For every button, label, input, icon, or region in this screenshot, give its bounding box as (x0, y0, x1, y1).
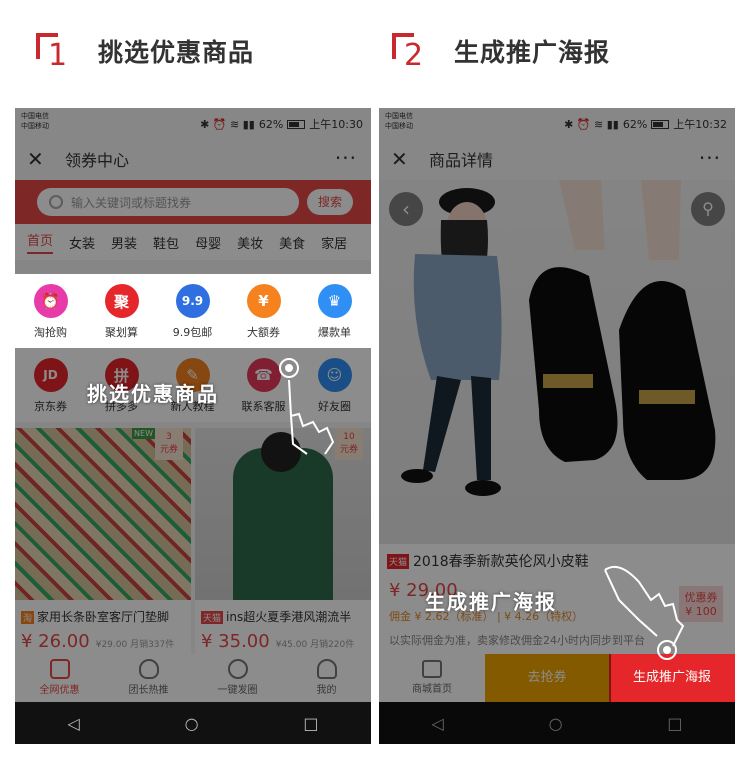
alarm-icon: ⏰ (33, 284, 68, 318)
feature-item[interactable]: JD 京东券 (15, 348, 86, 422)
nav-bar: ✕ 领券中心 ··· (15, 138, 371, 180)
product-price: ¥ 35.00 ¥45.00 月销220件 (201, 631, 355, 652)
close-icon[interactable]: ✕ (391, 147, 415, 171)
product-photo: ‹ ⚲ (379, 180, 735, 544)
page-title: 领券中心 (65, 151, 130, 170)
nine-nine-icon: 9.9 (175, 284, 210, 318)
step-number-badge: 2 (392, 30, 428, 72)
store-home-button[interactable]: 商城首页 (379, 654, 485, 702)
more-icon[interactable]: ··· (335, 146, 357, 170)
phone-screenshot-product-detail: 中国电信 中国移动 ✱ ⏰ ≋ ▮▮ 62% 上午10:32 ✕ 商品详情 ··· ‹… (379, 108, 735, 744)
category-tabs: 首页 女装 男装 鞋包 母婴 美妆 美食 家居 (15, 224, 371, 260)
phone-screenshot-coupon-center: 中国电信 中国移动 ✱ ⏰ ≋ ▮▮ 62% 上午10:30 ✕ 领券中心 ··· 输… (15, 108, 371, 744)
home-icon[interactable]: ○ (549, 714, 563, 733)
store-icon (422, 660, 442, 678)
feature-item[interactable]: ¥ 大额券 (228, 274, 299, 348)
feature-item[interactable]: ⏰ 淘抢购 (15, 274, 86, 348)
user-icon (316, 659, 337, 679)
page-title: 商品详情 (429, 151, 494, 170)
search-icon (49, 195, 63, 209)
yen-icon: ¥ (246, 284, 281, 318)
tab-hot[interactable]: 团长热推 (104, 654, 193, 702)
tap-hand-icon (604, 566, 685, 660)
tab-category[interactable]: 美妆 (237, 233, 263, 252)
system-nav-bar: ◁ ○ □ (379, 702, 735, 744)
tab-category[interactable]: 鞋包 (153, 233, 179, 252)
product-name: 淘家用长条卧室客厅门垫脚 (21, 610, 170, 624)
step-2-header: 2 生成推广海报 (392, 30, 610, 72)
battery-icon (287, 119, 306, 129)
feature-icons-row-1: ⏰ 淘抢购 聚聚划算 9.9 9.9包邮 ¥ 大额券 ♛ 爆款单 (15, 274, 371, 348)
grab-coupon-button[interactable]: 去抢券 (485, 654, 609, 702)
product-image-doormat: 3 元券 NEW (15, 428, 191, 600)
feature-item[interactable]: ♛ 爆款单 (299, 274, 370, 348)
back-icon[interactable]: ◁ (67, 714, 79, 733)
step-title: 生成推广海报 (454, 38, 611, 67)
coupon-badge: 3 元券 (155, 428, 183, 460)
crown-icon: ♛ (317, 284, 352, 318)
aperture-icon (227, 659, 248, 679)
callout-label: 生成推广海报 (425, 590, 557, 614)
battery-icon (651, 119, 670, 129)
search-button[interactable]: 搜索 (307, 189, 353, 215)
step-number-badge: 1 (36, 30, 72, 72)
tab-category[interactable]: 母婴 (195, 233, 221, 252)
flame-icon (138, 659, 159, 679)
status-bar: 中国电信 中国移动 ✱ ⏰ ≋ ▮▮ 62% 上午10:30 (15, 108, 371, 138)
nav-bar: ✕ 商品详情 ··· (379, 138, 735, 180)
tab-share[interactable]: 一键发圈 (193, 654, 282, 702)
coupon-icon (49, 659, 70, 679)
callout-label: 挑选优惠商品 (87, 382, 219, 406)
product-card[interactable]: 10 元券 天猫 ins超火夏季港风潮流半 ¥ 35.00 ¥45.00 月销220件 (195, 428, 371, 656)
system-nav-bar: ◁ ○ □ (15, 702, 371, 744)
search-icon[interactable]: ⚲ (691, 192, 725, 226)
jd-icon: JD (33, 358, 68, 392)
step-title: 挑选优惠商品 (98, 38, 255, 67)
status-bar: 中国电信 中国移动 ✱ ⏰ ≋ ▮▮ 62% 上午10:32 (379, 108, 735, 138)
back-arrow-icon[interactable]: ‹ (389, 192, 423, 226)
product-name: 天猫 ins超火夏季港风潮流半 (201, 610, 352, 624)
tab-category[interactable]: 女装 (69, 233, 95, 252)
ju-icon: 聚 (104, 284, 139, 318)
tmall-tag: 天猫 (387, 553, 410, 569)
tab-all-deals[interactable]: 全网优惠 (15, 654, 104, 702)
search-bar: 输入关键词或标题找券 搜索 (15, 180, 371, 224)
signal-icons: ✱ ⏰ ≋ ▮▮ (200, 117, 255, 131)
tab-home[interactable]: 首页 (27, 230, 54, 254)
feature-item[interactable]: 聚聚划算 (86, 274, 157, 348)
bottom-tab-bar: 全网优惠 团长热推 一键发圈 我的 (15, 654, 371, 702)
more-icon[interactable]: ··· (699, 146, 721, 170)
search-input[interactable]: 输入关键词或标题找券 (37, 188, 299, 216)
product-card[interactable]: 3 元券 NEW 淘家用长条卧室客厅门垫脚 ¥ 26.00 ¥29.00 月销337… (15, 428, 191, 656)
tab-category[interactable]: 家居 (321, 233, 347, 252)
tab-mine[interactable]: 我的 (282, 654, 371, 702)
feature-item[interactable]: 9.9 9.9包邮 (157, 274, 228, 348)
product-photo-art (401, 180, 716, 496)
home-icon[interactable]: ○ (185, 714, 199, 733)
new-tag: NEW (132, 428, 155, 439)
close-icon[interactable]: ✕ (27, 147, 51, 171)
step-1-header: 1 挑选优惠商品 (36, 30, 254, 72)
tab-category[interactable]: 美食 (279, 233, 305, 252)
recents-icon[interactable]: □ (303, 714, 318, 733)
recents-icon[interactable]: □ (667, 714, 682, 733)
tap-hand-icon (279, 358, 335, 455)
back-icon[interactable]: ◁ (431, 714, 443, 733)
product-price: ¥ 26.00 ¥29.00 月销337件 (21, 631, 175, 652)
signal-icons: ✱ ⏰ ≋ ▮▮ (564, 117, 619, 131)
tab-category[interactable]: 男装 (111, 233, 137, 252)
